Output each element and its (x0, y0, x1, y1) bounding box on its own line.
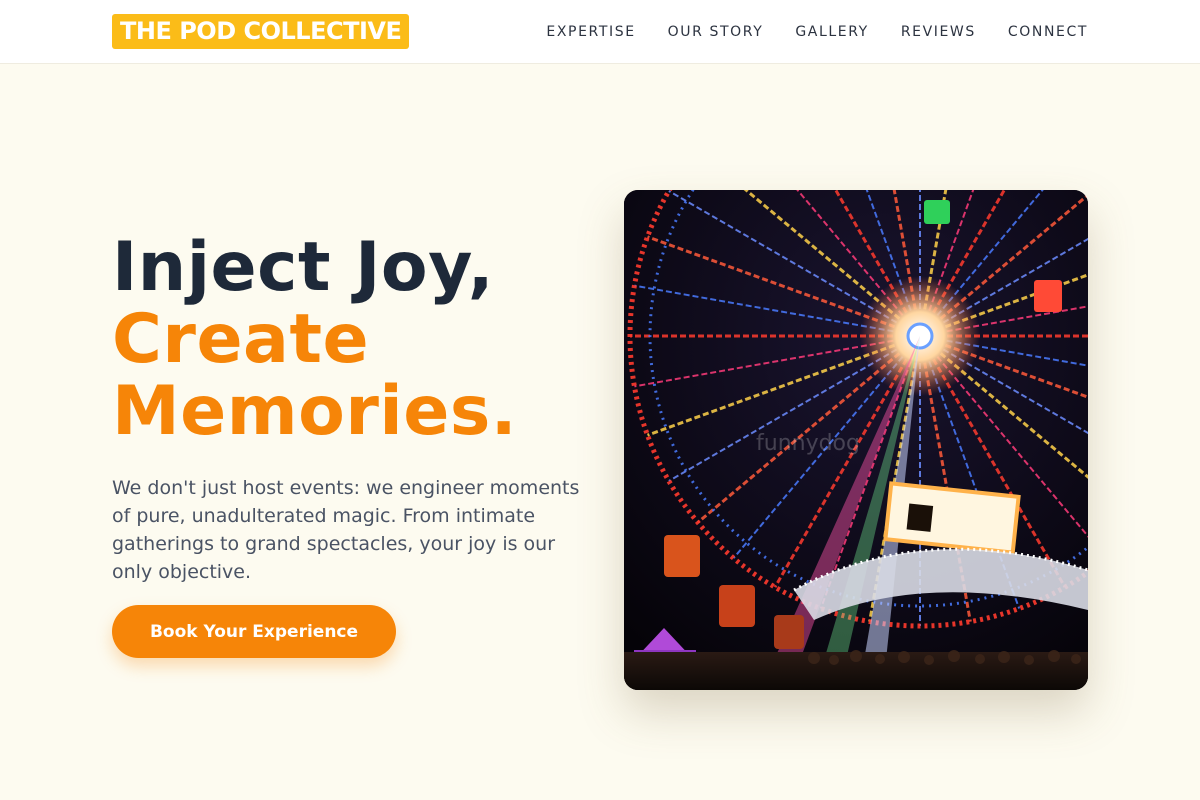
nav-link-connect[interactable]: CONNECT (1008, 24, 1088, 40)
hero-description: We don't just host events: we engineer m… (112, 477, 580, 583)
nav-link-reviews[interactable]: REVIEWS (901, 24, 976, 40)
hero-title-line-2: Create (112, 300, 370, 379)
top-navigation: THE POD COLLECTIVE EXPERTISE OUR STORY G… (0, 0, 1200, 64)
site-logo[interactable]: THE POD COLLECTIVE (112, 14, 410, 49)
nav-link-expertise[interactable]: EXPERTISE (546, 24, 635, 40)
hero-title-line-3: Memories. (112, 372, 518, 451)
nav-links: EXPERTISE OUR STORY GALLERY REVIEWS CONN… (546, 0, 1088, 64)
ferris-wheel-photo: funnydog (624, 190, 1088, 690)
image-watermark: funnydog (756, 431, 860, 456)
hero-title: Inject Joy, Create Memories. (112, 232, 517, 448)
book-experience-button[interactable]: Book Your Experience (112, 605, 396, 658)
hero-title-line-1: Inject Joy, (112, 228, 495, 307)
nav-link-our-story[interactable]: OUR STORY (668, 24, 764, 40)
nav-link-gallery[interactable]: GALLERY (795, 24, 868, 40)
